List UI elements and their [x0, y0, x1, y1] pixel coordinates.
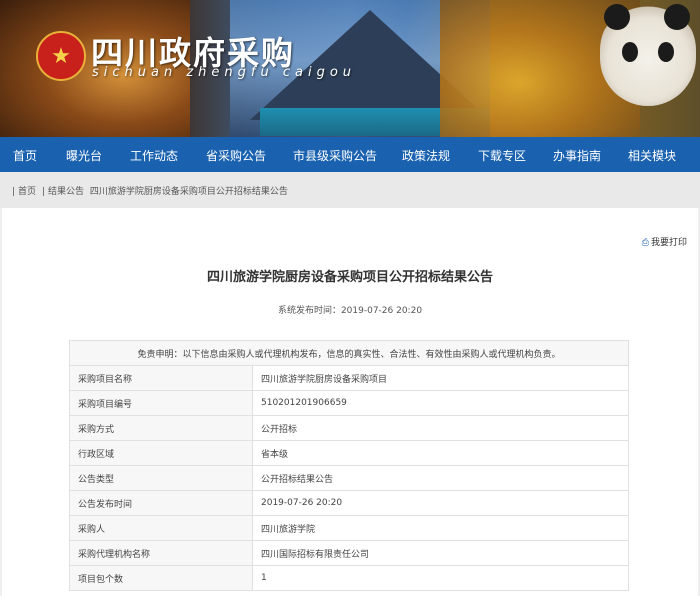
main-nav: 首页 曝光台 工作动态 省采购公告 市县级采购公告 政策法规 下载专区 办事指南… [0, 137, 700, 172]
header-banner: ★ 四川政府采购 sichuan zhengfu caigou [0, 0, 700, 137]
row-label: 采购人 [69, 515, 253, 541]
table-row: 采购方式 公开招标 [69, 415, 629, 441]
row-value: 四川旅游学院 [252, 515, 629, 541]
publish-time: 系统发布时间：2019-07-26 20:20 [277, 306, 423, 316]
row-label: 公告类型 [69, 465, 253, 491]
table-row: 采购项目编号 510201201906659 [69, 390, 629, 416]
table-row: 公告类型 公开招标结果公告 [69, 465, 629, 491]
table-row: 免责申明：以下信息由采购人或代理机构发布，信息的真实性、合法性、有效性由采购人或… [69, 340, 629, 366]
breadcrumb-bar: | 首页 | 结果公告 四川旅游学院厨房设备采购项目公开招标结果公告 [0, 172, 700, 208]
national-emblem-icon: ★ [36, 31, 86, 81]
nav-item-home[interactable]: 首页 [13, 147, 37, 164]
printer-icon: ⎙ [641, 238, 649, 248]
table-row: 采购人 四川旅游学院 [69, 515, 629, 541]
breadcrumb-separator: | [41, 187, 45, 197]
breadcrumb-separator: | [12, 187, 16, 197]
breadcrumb-home[interactable]: 首页 [18, 187, 36, 197]
print-label: 我要打印 [650, 238, 687, 248]
row-label: 采购项目名称 [69, 365, 253, 391]
row-label: 采购项目编号 [69, 390, 253, 416]
row-value: 2019-07-26 20:20 [252, 490, 629, 516]
print-button[interactable]: ⎙ 我要打印 [642, 235, 687, 248]
row-value: 1 [252, 565, 629, 591]
row-value: 四川旅游学院厨房设备采购项目 [252, 365, 629, 391]
panda-image [600, 2, 696, 106]
nav-item-downloads[interactable]: 下载专区 [478, 147, 526, 164]
row-label: 公告发布时间 [69, 490, 253, 516]
nav-item-exposure[interactable]: 曝光台 [66, 147, 102, 164]
row-value: 省本级 [252, 440, 629, 466]
row-value: 510201201906659 [252, 390, 629, 416]
table-row: 行政区域 省本级 [69, 440, 629, 466]
site-subtitle: sichuan zhengfu caigou [92, 65, 357, 80]
table-row: 采购代理机构名称 四川国际招标有限责任公司 [69, 540, 629, 566]
nav-item-news[interactable]: 工作动态 [130, 147, 178, 164]
nav-item-policies[interactable]: 政策法规 [402, 147, 450, 164]
article-title: 四川旅游学院厨房设备采购项目公开招标结果公告 [206, 270, 493, 285]
row-value: 公开招标 [252, 415, 629, 441]
row-value: 四川国际招标有限责任公司 [252, 540, 629, 566]
row-label: 行政区域 [69, 440, 253, 466]
article-panel: ⎙ 我要打印 四川旅游学院厨房设备采购项目公开招标结果公告 系统发布时间：2019… [2, 208, 698, 596]
row-label: 采购方式 [69, 415, 253, 441]
breadcrumb: | 首页 | 结果公告 四川旅游学院厨房设备采购项目公开招标结果公告 [12, 184, 291, 197]
breadcrumb-section[interactable]: 结果公告 [48, 187, 84, 197]
table-row: 项目包个数 1 [69, 565, 629, 591]
table-row: 采购项目名称 四川旅游学院厨房设备采购项目 [69, 365, 629, 391]
nav-item-guide[interactable]: 办事指南 [553, 147, 601, 164]
row-value: 公开招标结果公告 [252, 465, 629, 491]
row-label: 采购代理机构名称 [69, 540, 253, 566]
row-label: 项目包个数 [69, 565, 253, 591]
table-row: 公告发布时间 2019-07-26 20:20 [69, 490, 629, 516]
nav-item-city-county-notices[interactable]: 市县级采购公告 [293, 147, 377, 164]
breadcrumb-current: 四川旅游学院厨房设备采购项目公开招标结果公告 [89, 187, 288, 197]
nav-item-related[interactable]: 相关模块 [628, 147, 676, 164]
info-table: 免责申明：以下信息由采购人或代理机构发布，信息的真实性、合法性、有效性由采购人或… [69, 340, 629, 591]
nav-item-provincial-notices[interactable]: 省采购公告 [206, 147, 266, 164]
disclaimer-text: 免责申明：以下信息由采购人或代理机构发布，信息的真实性、合法性、有效性由采购人或… [69, 340, 629, 366]
